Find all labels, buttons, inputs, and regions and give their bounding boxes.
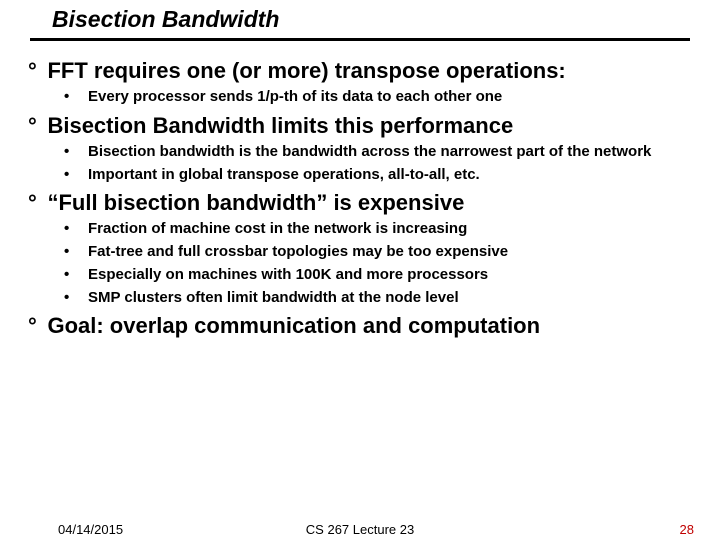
bullet-2-sub-1: •Bisection bandwidth is the bandwidth ac…	[76, 143, 694, 162]
bullet-3-sub-1: •Fraction of machine cost in the network…	[76, 220, 694, 239]
bullet-1-sub-1: •Every processor sends 1/p-th of its dat…	[76, 88, 694, 107]
dot-icon: •	[76, 243, 88, 262]
bullet-3-text: “Full bisection bandwidth” is expensive	[47, 190, 464, 215]
dot-icon: •	[76, 143, 88, 162]
slide-title: Bisection Bandwidth	[52, 6, 279, 33]
slide-body: ° FFT requires one (or more) transpose o…	[28, 52, 694, 341]
degree-icon: °	[28, 113, 42, 139]
bullet-1: ° FFT requires one (or more) transpose o…	[28, 58, 694, 84]
dot-icon: •	[76, 220, 88, 239]
bullet-3-sub-3-text: Especially on machines with 100K and mor…	[88, 266, 488, 283]
bullet-2-sub-2: •Important in global transpose operation…	[76, 166, 694, 185]
bullet-2-text: Bisection Bandwidth limits this performa…	[47, 113, 513, 138]
title-underline	[30, 38, 690, 41]
bullet-1-sub-1-text: Every processor sends 1/p-th of its data…	[88, 88, 502, 105]
degree-icon: °	[28, 313, 42, 339]
bullet-4: ° Goal: overlap communication and comput…	[28, 313, 694, 339]
slide: Bisection Bandwidth ° FFT requires one (…	[0, 0, 720, 540]
bullet-4-text: Goal: overlap communication and computat…	[47, 313, 540, 338]
dot-icon: •	[76, 289, 88, 308]
bullet-1-text: FFT requires one (or more) transpose ope…	[47, 58, 565, 83]
footer-page-number: 28	[680, 522, 694, 537]
bullet-3-sub-1-text: Fraction of machine cost in the network …	[88, 220, 467, 237]
bullet-3-sub-3: •Especially on machines with 100K and mo…	[76, 266, 694, 285]
bullet-2-sub-2-text: Important in global transpose operations…	[88, 166, 480, 183]
dot-icon: •	[76, 166, 88, 185]
dot-icon: •	[76, 266, 88, 285]
bullet-3-sub-4: •SMP clusters often limit bandwidth at t…	[76, 289, 694, 308]
bullet-3-sub-4-text: SMP clusters often limit bandwidth at th…	[88, 289, 459, 306]
dot-icon: •	[76, 88, 88, 107]
degree-icon: °	[28, 58, 42, 84]
degree-icon: °	[28, 190, 42, 216]
bullet-3-sub-2: •Fat-tree and full crossbar topologies m…	[76, 243, 694, 262]
bullet-2-sub-1-text: Bisection bandwidth is the bandwidth acr…	[88, 143, 651, 160]
footer-center: CS 267 Lecture 23	[0, 522, 720, 537]
bullet-3-sub-2-text: Fat-tree and full crossbar topologies ma…	[88, 243, 508, 260]
bullet-2: ° Bisection Bandwidth limits this perfor…	[28, 113, 694, 139]
bullet-3: ° “Full bisection bandwidth” is expensiv…	[28, 190, 694, 216]
